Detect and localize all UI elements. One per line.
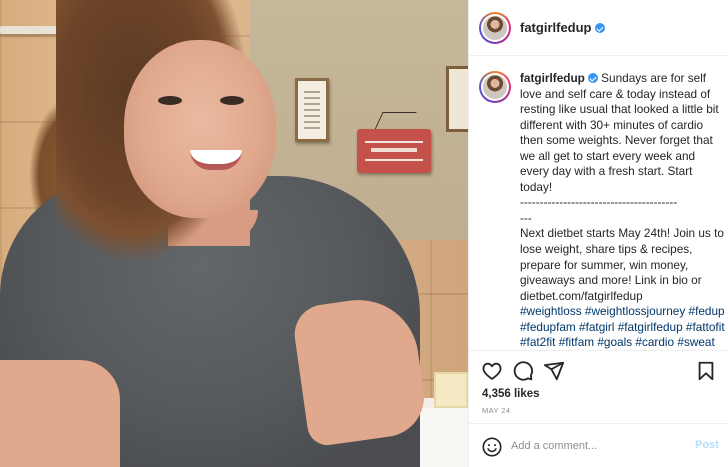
post-header: fatgirlfedup xyxy=(469,0,728,56)
comment-icon[interactable] xyxy=(512,360,534,382)
left-eye xyxy=(158,96,182,105)
avatar[interactable] xyxy=(479,12,511,44)
caption: fatgirlfedup Sundays are for self love a… xyxy=(520,71,726,350)
caption-avatar[interactable] xyxy=(479,71,511,103)
caption-text: Sundays are for self love and self care … xyxy=(520,71,724,303)
caption-username[interactable]: fatgirlfedup xyxy=(520,71,585,85)
likes-count[interactable]: 4,356 likes xyxy=(482,388,540,400)
action-bar xyxy=(469,350,728,390)
post-side-panel: fatgirlfedup fatgirlfedup Sundays are fo… xyxy=(468,0,728,467)
username-link[interactable]: fatgirlfedup xyxy=(520,20,592,35)
caption-area: fatgirlfedup Sundays are for self love a… xyxy=(469,57,728,350)
wall-sign xyxy=(357,129,431,173)
verified-badge-icon xyxy=(594,23,605,33)
tissue-box xyxy=(434,372,468,408)
face xyxy=(124,40,276,218)
left-arm xyxy=(0,360,120,467)
header-username[interactable]: fatgirlfedup xyxy=(520,20,605,35)
post-photo[interactable] xyxy=(0,0,468,467)
share-icon[interactable] xyxy=(543,360,565,382)
bookmark-icon[interactable] xyxy=(695,360,717,382)
verified-badge-icon xyxy=(587,73,598,83)
heart-icon[interactable] xyxy=(481,360,503,382)
right-eye xyxy=(220,96,244,105)
wall-frame-right xyxy=(446,66,468,132)
wall-frame xyxy=(295,78,329,142)
emoji-icon[interactable] xyxy=(481,436,503,458)
post-date[interactable]: MAY 24 xyxy=(482,406,510,415)
comment-input[interactable] xyxy=(511,437,681,455)
post-comment-button[interactable]: Post xyxy=(695,439,719,451)
caption-hashtags[interactable]: #weightloss #weightlossjourney #fedup #f… xyxy=(520,304,728,350)
comment-box: Post xyxy=(469,423,728,467)
